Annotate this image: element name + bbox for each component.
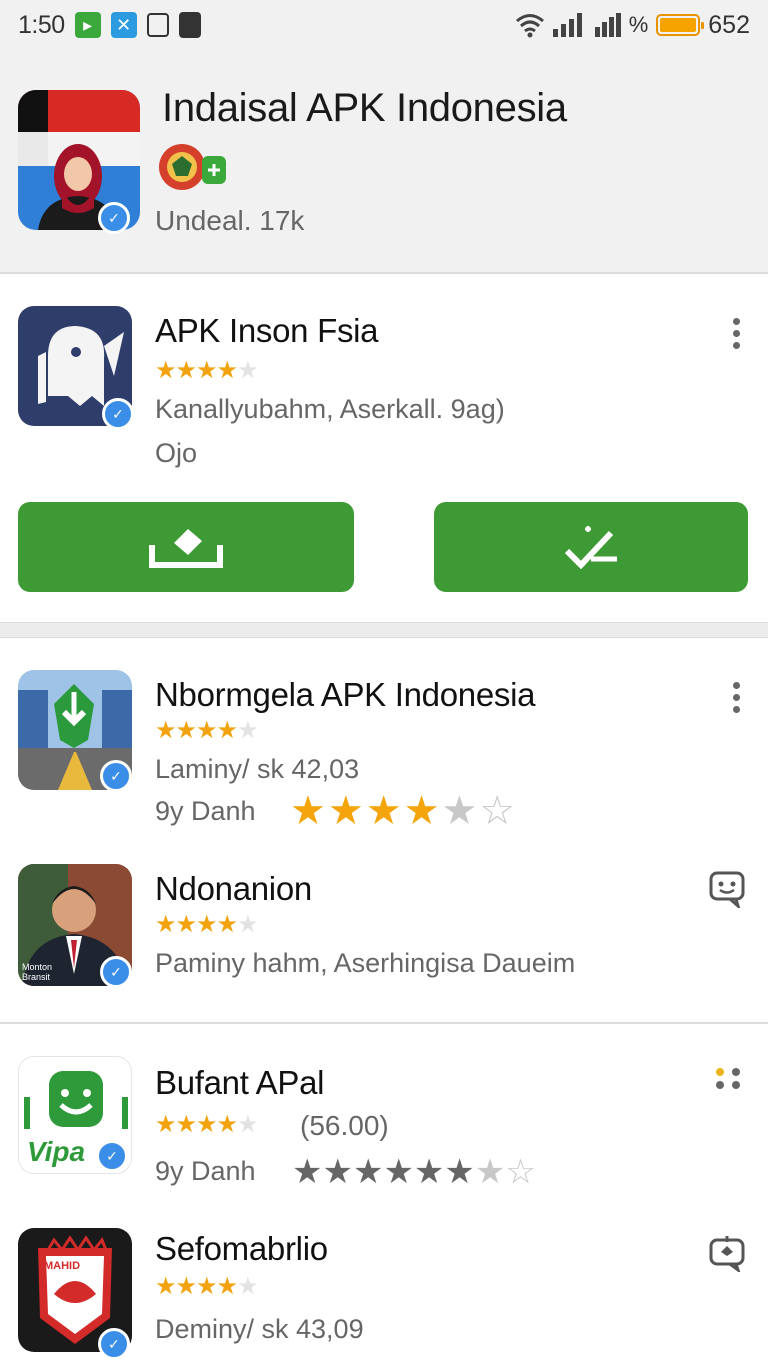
app-size: Ojo (155, 438, 198, 468)
notification-app-icon: ▸ (74, 12, 101, 38)
installed-check-button[interactable] (434, 502, 748, 592)
install-button[interactable] (18, 502, 354, 592)
app-title[interactable]: Nbormgela APK Indonesia (155, 676, 535, 714)
app-downloads: 9y Danh (155, 796, 256, 826)
app-list-item[interactable]: Monton Bransit ✓ Ndonanion ★★★★★ Paminy … (0, 836, 768, 1022)
chat-bubble-icon[interactable] (708, 1234, 746, 1272)
verified-badge-icon: ✓ (102, 398, 134, 430)
app-downloads: 9y Danh (155, 1156, 256, 1186)
notification-close-icon: ✕ (110, 12, 137, 38)
section-divider (0, 622, 768, 638)
app-meta: Paminy hahm, Aserhingisa Daueim (155, 948, 576, 978)
icon-caption: Monton Bransit (22, 962, 53, 982)
verified-badge-icon: ✓ (96, 1140, 128, 1172)
developer-badge-icon (158, 142, 228, 192)
status-bar: 1:50 ▸ ✕ % 652 (0, 0, 768, 50)
app-list-item[interactable]: ✓ Nbormgela APK Indonesia ★★★★★ Laminy/ … (0, 640, 768, 833)
battery-level: 652 (708, 10, 750, 39)
tray-download-icon (149, 529, 223, 568)
star-rating: ★★★★★ (155, 1111, 259, 1138)
app-meta: Deminy/ sk 43,09 (155, 1314, 364, 1344)
app-meta: (56.00) (300, 1110, 389, 1141)
app-meta: Laminy/ sk 42,03 (155, 754, 360, 784)
wifi-icon (515, 14, 544, 38)
more-options-icon[interactable] (716, 1068, 742, 1098)
chat-bubble-icon[interactable] (708, 870, 746, 908)
more-options-icon[interactable] (728, 682, 744, 718)
header-subtitle: Undeal. 17k (155, 205, 305, 236)
verified-badge-icon: ✓ (98, 1328, 130, 1360)
signal-icon-2 (594, 13, 621, 37)
battery-icon (656, 14, 705, 36)
star-rating: ★★★★★ (155, 911, 259, 938)
notification-doc-icon (146, 13, 169, 37)
checkmark-pen-icon (564, 526, 617, 570)
signal-percent: % (628, 12, 649, 37)
star-rating: ★★★★★ (155, 357, 259, 384)
app-meta: Kanallyubahm, Aserkall. 9ag) (155, 394, 505, 424)
verified-badge-icon: ✓ (98, 202, 130, 234)
app-list-item[interactable]: MAHID ✓ Sefomabrlio ★★★★★ Deminy/ sk 43,… (0, 1210, 768, 1360)
more-options-icon[interactable] (728, 318, 744, 354)
verified-badge-icon: ✓ (100, 760, 132, 792)
app-header: ✓ Indaisal APK Indonesia Undeal. 17k (0, 50, 768, 274)
star-rating: ★★★★★ (155, 1273, 259, 1300)
app-title[interactable]: Bufant APal (155, 1064, 324, 1102)
star-rating: ★★★★★ (155, 717, 259, 744)
large-star-rating: ★★★★★☆ (290, 789, 518, 833)
verified-badge-icon: ✓ (100, 956, 132, 988)
page-title: Indaisal APK Indonesia (162, 86, 567, 130)
app-title[interactable]: APK Inson Fsia (155, 312, 379, 350)
signal-icon (552, 13, 582, 37)
large-star-rating: ★★★★★★★☆ (292, 1153, 536, 1191)
featured-app-card[interactable]: ✓ APK Inson Fsia ★★★★★ Kanallyubahm, Ase… (0, 276, 768, 622)
app-title[interactable]: Ndonanion (155, 870, 312, 908)
notification-clipboard-icon (178, 12, 201, 38)
app-title[interactable]: Sefomabrlio (155, 1230, 328, 1268)
app-list-item[interactable]: Vipa ✓ Bufant APal ★★★★★ (56.00) 9y Danh… (0, 1024, 768, 1210)
icon-caption: MAHID (44, 1260, 81, 1272)
status-time: 1:50 (18, 10, 65, 39)
svg-text:Vipa: Vipa (27, 1136, 85, 1167)
